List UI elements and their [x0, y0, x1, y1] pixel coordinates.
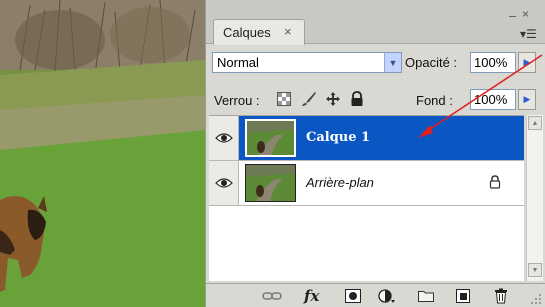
- eye-icon: [214, 178, 233, 188]
- layer-row-calque-1[interactable]: Calque 1: [209, 116, 524, 161]
- adjustment-layer-icon[interactable]: [378, 288, 396, 304]
- new-group-icon[interactable]: [418, 288, 434, 304]
- visibility-toggle[interactable]: [209, 161, 239, 205]
- fill-slider-arrow-icon[interactable]: ▶: [518, 89, 536, 110]
- scroll-down-icon[interactable]: ▼: [528, 263, 542, 277]
- opacity-slider-arrow-icon[interactable]: ▶: [518, 52, 536, 73]
- layer-list: Calque 1 Arrière-plan: [209, 115, 524, 281]
- fill-input[interactable]: 100%: [470, 89, 516, 110]
- panel-tab-strip: Calques × – × ▾☰: [206, 0, 545, 45]
- bottom-toolbar: fx: [206, 283, 545, 307]
- lock-label: Verrou :: [214, 93, 260, 108]
- resize-grip-icon[interactable]: [530, 292, 542, 304]
- layer-mask-icon[interactable]: [345, 288, 361, 304]
- opacity-label: Opacité :: [405, 55, 458, 70]
- brush-lock-icon[interactable]: [301, 91, 317, 107]
- link-layers-icon[interactable]: [262, 288, 282, 304]
- layer-thumbnail: [245, 119, 296, 157]
- padlock-icon: [489, 175, 501, 194]
- transparency-lock-icon[interactable]: [276, 91, 292, 107]
- eye-icon: [214, 133, 233, 143]
- layer-name[interactable]: Arrière-plan: [306, 175, 374, 190]
- fill-label: Fond :: [416, 93, 453, 108]
- chevron-down-icon[interactable]: ▼: [384, 53, 401, 72]
- blend-mode-value: Normal: [217, 55, 259, 70]
- layer-list-scrollbar[interactable]: ▲ ▼: [526, 115, 543, 281]
- tab-close-icon[interactable]: ×: [284, 24, 292, 39]
- layers-panel: Calques × – × ▾☰ Normal ▼ Opacité : 100%…: [205, 0, 545, 307]
- opacity-input[interactable]: 100%: [470, 52, 516, 73]
- layer-style-icon[interactable]: fx: [304, 287, 319, 305]
- blend-mode-select[interactable]: Normal ▼: [212, 52, 402, 73]
- move-lock-icon[interactable]: [325, 91, 341, 107]
- layer-row-arriere-plan[interactable]: Arrière-plan: [209, 161, 524, 206]
- background-photo: [0, 0, 205, 307]
- padlock-icon[interactable]: [349, 91, 365, 107]
- close-panel-icon[interactable]: ×: [522, 7, 529, 21]
- panel-menu-icon[interactable]: ▾☰: [520, 27, 537, 41]
- tab-label: Calques: [223, 25, 271, 40]
- minimize-icon[interactable]: –: [509, 8, 516, 23]
- scroll-up-icon[interactable]: ▲: [528, 116, 542, 130]
- tab-calques[interactable]: Calques ×: [213, 19, 305, 45]
- visibility-toggle[interactable]: [209, 116, 239, 160]
- photo-illustration: [0, 0, 205, 307]
- layer-name[interactable]: Calque 1: [306, 130, 370, 145]
- new-layer-icon[interactable]: [456, 288, 470, 304]
- layer-thumbnail: [245, 164, 296, 202]
- trash-icon[interactable]: [494, 288, 508, 304]
